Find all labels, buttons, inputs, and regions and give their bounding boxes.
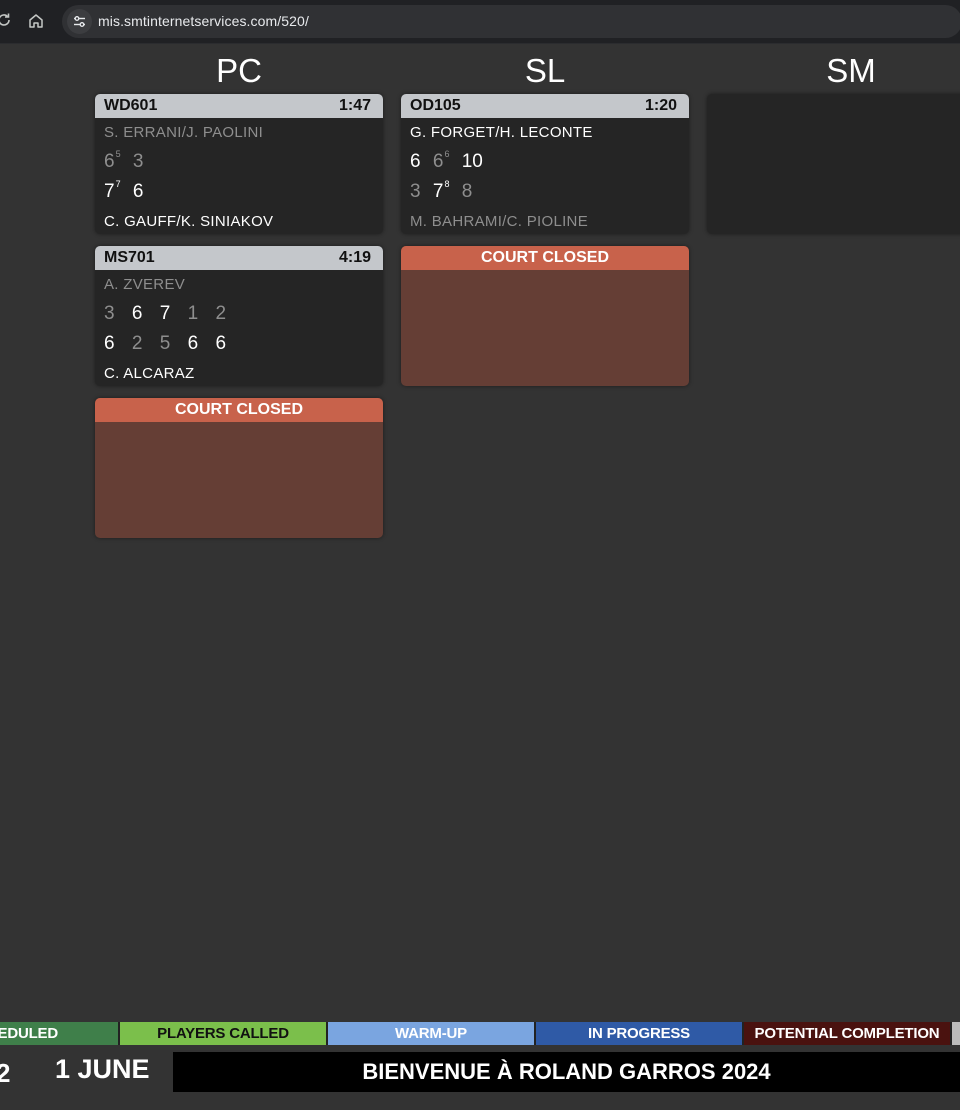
footer-edge-text: 2 [0, 1058, 11, 1088]
set-score: 5 [159, 333, 171, 354]
match-duration: 4:19 [338, 249, 371, 266]
score-row-bottom: 3 78 8 [410, 178, 479, 205]
match-header: OD105 1:20 [401, 94, 689, 118]
set-score: 6 [132, 181, 144, 202]
site-settings-icon[interactable] [67, 9, 92, 34]
team-bottom-name: C. GAUFF/K. SINIAKOV [104, 213, 274, 230]
match-duration: 1:47 [338, 97, 371, 114]
team-top-name: G. FORGET/H. LECONTE [410, 124, 593, 141]
url-text[interactable]: mis.smtinternetservices.com/520/ [98, 13, 309, 29]
set-score: 6 [104, 333, 115, 354]
match-id: OD105 [410, 97, 461, 114]
match-card-wd601[interactable]: WD601 1:47 S. ERRANI/J. PAOLINI 65 3 77 … [95, 94, 383, 234]
score-row-bottom: 6 2 5 6 6 [104, 333, 238, 357]
court-header-pc: PC [216, 52, 262, 89]
set-score: 78 [432, 178, 450, 202]
team-top-name: S. ERRANI/J. PAOLINI [104, 124, 264, 141]
match-header: MS701 4:19 [95, 246, 383, 270]
score-row-bottom: 77 6 [104, 178, 150, 205]
legend-warm-up: WARM-UP [328, 1022, 534, 1045]
score-row-top: 6 66 10 [410, 148, 490, 175]
set-score: 6 [410, 151, 421, 172]
legend-next-swatch [952, 1022, 960, 1045]
set-score: 6 [187, 333, 199, 354]
team-top-name: A. ZVEREV [104, 276, 186, 293]
set-score: 7 [159, 303, 171, 324]
score-row-top: 3 6 7 1 2 [104, 303, 238, 327]
team-bottom-name: C. ALCARAZ [104, 365, 195, 382]
set-score: 77 [104, 178, 121, 202]
set-score: 8 [461, 181, 473, 202]
court-header-sm: SM [826, 52, 876, 89]
set-score: 10 [461, 151, 483, 172]
set-score: 66 [432, 148, 450, 172]
set-score: 6 [215, 333, 227, 354]
set-score: 3 [132, 151, 144, 172]
set-score: 2 [131, 333, 143, 354]
footer-date: 1 JUNE [55, 1054, 150, 1084]
legend-potential-completion: POTENTIAL COMPLETION [744, 1022, 950, 1045]
match-card-od105[interactable]: OD105 1:20 G. FORGET/H. LECONTE 6 66 10 … [401, 94, 689, 234]
browser-toolbar: mis.smtinternetservices.com/520/ [0, 0, 960, 44]
footer: 2 1 JUNE BIENVENUE À ROLAND GARROS 2024 [0, 1046, 960, 1110]
home-icon[interactable] [27, 12, 45, 30]
legend-scheduled: HEDULED [0, 1022, 118, 1045]
court-header-sl: SL [524, 52, 566, 89]
court-closed-label: COURT CLOSED [401, 246, 689, 270]
match-card-empty [707, 94, 960, 234]
set-score: 1 [187, 303, 199, 324]
legend-in-progress: IN PROGRESS [536, 1022, 742, 1045]
match-card-ms701[interactable]: MS701 4:19 A. ZVEREV 3 6 7 1 2 6 2 5 6 6… [95, 246, 383, 386]
status-legend: HEDULED PLAYERS CALLED WARM-UP IN PROGRE… [0, 1022, 960, 1045]
set-score: 6 [131, 303, 143, 324]
set-score: 2 [215, 303, 227, 324]
set-score: 3 [410, 181, 421, 202]
court-closed-card-pc: COURT CLOSED [95, 398, 383, 538]
score-row-top: 65 3 [104, 148, 150, 175]
address-bar[interactable]: mis.smtinternetservices.com/520/ [62, 5, 960, 38]
reload-icon[interactable] [0, 12, 12, 28]
team-bottom-name: M. BAHRAMI/C. PIOLINE [410, 213, 588, 230]
court-closed-label: COURT CLOSED [95, 398, 383, 422]
legend-players-called: PLAYERS CALLED [120, 1022, 326, 1045]
court-closed-card-sl: COURT CLOSED [401, 246, 689, 386]
set-score: 3 [104, 303, 115, 324]
match-id: MS701 [104, 249, 155, 266]
set-score: 65 [104, 148, 121, 172]
match-duration: 1:20 [644, 97, 677, 114]
match-header: WD601 1:47 [95, 94, 383, 118]
match-id: WD601 [104, 97, 158, 114]
footer-ticker: BIENVENUE À ROLAND GARROS 2024 [173, 1052, 960, 1092]
